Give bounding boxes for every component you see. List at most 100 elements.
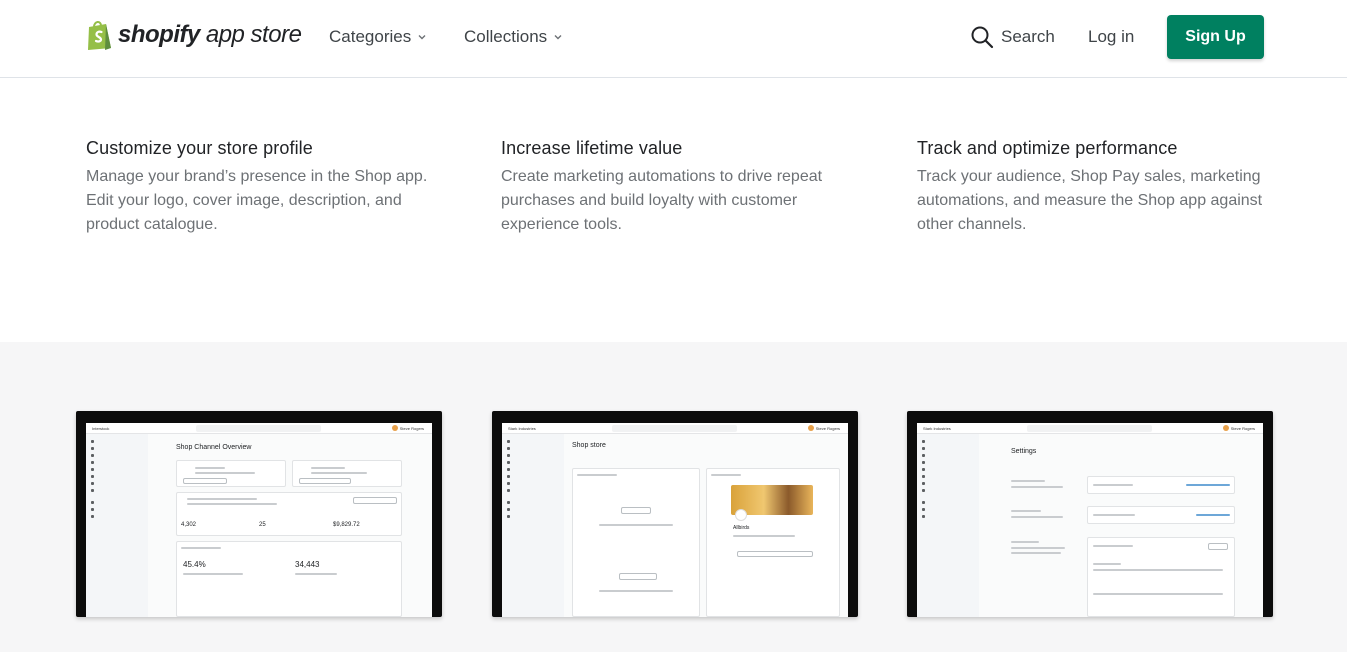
- automation-card: 4,302 25 $9,829.72: [176, 492, 402, 536]
- admin-sidebar: [502, 434, 564, 617]
- sidebar-item: [502, 446, 564, 453]
- feature-description: Create marketing automations to drive re…: [501, 168, 823, 233]
- sidebar-subitem: [502, 528, 564, 535]
- sidebar-subitem: [502, 521, 564, 528]
- sidebar-item: [502, 488, 564, 495]
- sidebar-item: [86, 481, 148, 488]
- screenshot-heading: Settings: [1011, 448, 1037, 455]
- feature-title: Increase lifetime value: [501, 138, 683, 158]
- nav-collections[interactable]: Collections: [464, 27, 563, 47]
- sidebar-item: [502, 453, 564, 460]
- sidebar-item: [502, 439, 564, 446]
- shopify-app-store-logo[interactable]: shopify app store: [86, 18, 302, 52]
- admin-user: Steve Rogers: [807, 425, 840, 431]
- admin-topbar: Stark Industries Steve Rogers: [917, 423, 1263, 434]
- avatar: [391, 425, 398, 431]
- admin-search-bar: [196, 425, 321, 432]
- sidebar-item: [502, 514, 564, 521]
- stat-value: 25: [259, 522, 266, 528]
- search-icon: [971, 26, 994, 49]
- search-label: Search: [1001, 27, 1055, 46]
- sidebar-item: [86, 507, 148, 514]
- logo-subtitle: app store: [205, 21, 302, 48]
- admin-sidebar: [86, 434, 148, 617]
- brand-name: Allbirds: [733, 525, 750, 531]
- feature-description: Manage your brand’s presence in the Shop…: [86, 168, 428, 233]
- sidebar-item: [86, 500, 148, 507]
- sidebar-item: [917, 439, 979, 446]
- settings-card: [1087, 506, 1235, 524]
- admin-main: Settings: [983, 434, 1259, 617]
- avatar: [1222, 425, 1229, 431]
- sidebar-item: [86, 467, 148, 474]
- store-name: Stark Industries: [923, 426, 951, 431]
- sidebar-item: [917, 500, 979, 507]
- sidebar-item: [86, 514, 148, 521]
- chevron-down-icon: [418, 35, 426, 40]
- feature-title: Customize your store profile: [86, 138, 313, 158]
- logo-cover-card: [572, 468, 700, 617]
- screenshot-screen: Interstock Steve Rogers Shop Channel Ove…: [86, 423, 432, 617]
- sidebar-subitem: [917, 521, 979, 528]
- admin-topbar: Stark Industries Steve Rogers: [502, 423, 848, 434]
- admin-main: Shop Channel Overview 4,302 25 $9,829.72…: [152, 434, 428, 617]
- logo-wordmark: shopify: [118, 21, 200, 48]
- admin-sidebar: [917, 434, 979, 617]
- sidebar-item: [502, 460, 564, 467]
- sidebar-item: [917, 446, 979, 453]
- sidebar-item: [917, 453, 979, 460]
- chevron-down-icon: [554, 35, 562, 40]
- sidebar-item: [86, 460, 148, 467]
- avatar: [807, 425, 814, 431]
- user-name: Steve Rogers: [399, 425, 424, 431]
- header: shopify app store Categories Collections…: [0, 0, 1347, 78]
- nav-categories-label: Categories: [329, 27, 412, 46]
- avatar: [735, 509, 747, 521]
- screenshot-gallery: Interstock Steve Rogers Shop Channel Ove…: [0, 342, 1347, 652]
- signup-button[interactable]: Sign Up: [1167, 15, 1264, 59]
- sidebar-item: [917, 467, 979, 474]
- admin-main: Shop store Allbirds: [568, 434, 844, 617]
- summary-card: [176, 460, 286, 487]
- user-name: Steve Rogers: [1230, 425, 1255, 431]
- sidebar-item: [502, 474, 564, 481]
- nav-categories[interactable]: Categories: [329, 27, 427, 47]
- search-button[interactable]: Search: [970, 25, 1055, 49]
- app-screenshot-shop-store[interactable]: Stark Industries Steve Rogers Shop store…: [492, 411, 858, 617]
- admin-user: Steve Rogers: [1222, 425, 1255, 431]
- settings-card: [1087, 537, 1235, 617]
- sidebar-item: [86, 474, 148, 481]
- profile-preview-card: Allbirds: [706, 468, 840, 617]
- big-stat-value: 34,443: [295, 560, 320, 569]
- feature-customize-profile: Customize your store profile Manage your…: [86, 138, 446, 237]
- app-screenshot-overview[interactable]: Interstock Steve Rogers Shop Channel Ove…: [76, 411, 442, 617]
- login-link[interactable]: Log in: [1088, 27, 1134, 47]
- sidebar-item: [917, 474, 979, 481]
- store-name: Interstock: [92, 426, 110, 431]
- big-stat-value: 45.4%: [183, 560, 206, 569]
- sidebar-item: [502, 500, 564, 507]
- sidebar-item: [86, 488, 148, 495]
- app-screenshot-settings[interactable]: Stark Industries Steve Rogers Settings: [907, 411, 1273, 617]
- admin-search-bar: [612, 425, 737, 432]
- shopify-bag-icon: [88, 21, 111, 50]
- user-name: Steve Rogers: [815, 425, 840, 431]
- feature-description: Track your audience, Shop Pay sales, mar…: [917, 168, 1263, 233]
- sidebar-item: [502, 507, 564, 514]
- sidebar-item: [917, 507, 979, 514]
- feature-track-performance: Track and optimize performance Track you…: [917, 138, 1277, 237]
- admin-topbar: Interstock Steve Rogers: [86, 423, 432, 434]
- stat-value: 4,302: [181, 522, 197, 528]
- screenshot-heading: Shop store: [572, 442, 606, 449]
- sidebar-item: [86, 446, 148, 453]
- performance-card: 45.4% 34,443: [176, 541, 402, 617]
- sidebar-item: [917, 481, 979, 488]
- sidebar-item: [917, 460, 979, 467]
- sidebar-subitem: [86, 521, 148, 528]
- sidebar-item: [917, 514, 979, 521]
- screenshot-screen: Stark Industries Steve Rogers: [502, 423, 848, 617]
- admin-user: Steve Rogers: [391, 425, 424, 431]
- nav-collections-label: Collections: [464, 27, 548, 46]
- screenshot-screen: Stark Industries Steve Rogers: [917, 423, 1263, 617]
- settings-card: [1087, 476, 1235, 494]
